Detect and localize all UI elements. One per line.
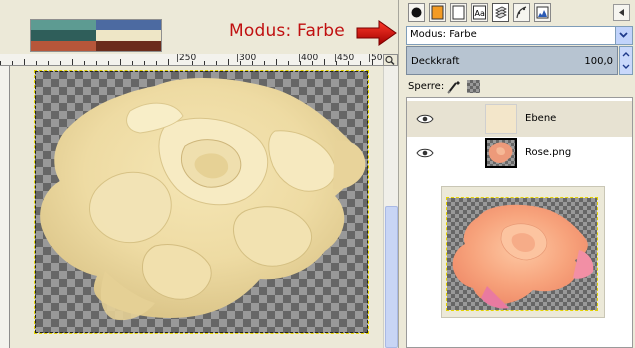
ruler-label: |50 [368, 54, 383, 63]
layers-icon [495, 6, 507, 19]
scrollbar-thumb[interactable] [385, 206, 398, 348]
horizontal-ruler: |250 |300 |400 |450 |50 [0, 54, 383, 66]
lock-label: Sperre: [408, 81, 445, 92]
layers-tab[interactable] [492, 3, 509, 22]
magnifier-icon [385, 55, 395, 65]
rose-preview-image [452, 204, 594, 309]
pattern-icon [431, 5, 444, 20]
swatch-blue[interactable] [96, 20, 161, 30]
gradient-tab[interactable] [450, 3, 467, 22]
swatch-rust[interactable] [31, 41, 96, 51]
eye-icon[interactable] [416, 114, 434, 124]
ruler-label: |250 [176, 54, 197, 63]
layers-list: Ebene Rose.png [406, 97, 633, 348]
layer-row[interactable]: Rose.png [407, 135, 632, 171]
paths-tab[interactable] [534, 3, 551, 22]
layer-thumbnail [485, 104, 517, 134]
vertical-scrollbar[interactable] [383, 66, 398, 348]
dock-menu-button[interactable] [613, 4, 630, 21]
swatch-brown[interactable] [96, 41, 161, 51]
right-arrow-icon [356, 20, 397, 46]
preview-canvas [446, 197, 598, 311]
image-canvas[interactable] [10, 66, 383, 348]
gradient-icon [452, 5, 465, 20]
ruler-label: |450 [334, 54, 355, 63]
opacity-control[interactable]: Deckkraft 100,0 [406, 46, 633, 75]
layer-canvas[interactable] [34, 70, 369, 334]
ruler-label: |300 [236, 54, 257, 63]
pattern-tab[interactable] [429, 3, 446, 22]
swatch-dark-teal[interactable] [31, 30, 96, 41]
lock-alpha-icon[interactable] [467, 80, 480, 93]
opacity-label: Deckkraft [411, 56, 460, 67]
dock-tab-bar: Aa [399, 0, 635, 25]
layers-dock: Aa Modus: Farbe Deckkraft 100,0 Sperre: [398, 0, 635, 348]
rose-image [40, 77, 366, 321]
swatch-cream[interactable] [96, 30, 161, 41]
lock-row: Sperre: [408, 79, 628, 95]
brush-tab[interactable] [408, 3, 425, 22]
image-preview [441, 186, 605, 318]
zoom-navigate-button[interactable] [383, 54, 398, 66]
ruler-label: |400 [298, 54, 319, 63]
layer-name[interactable]: Rose.png [525, 147, 571, 158]
image-window: Modus: Farbe |250 |300 |400 |450 |50 [0, 0, 398, 348]
text-tab[interactable]: Aa [471, 3, 488, 22]
layer-name[interactable]: Ebene [525, 113, 556, 124]
chevron-down-icon [619, 32, 628, 38]
rose-thumbnail-image [488, 142, 513, 163]
eye-icon[interactable] [416, 148, 434, 158]
svg-text:Aa: Aa [475, 9, 485, 18]
opacity-value: 100,0 [584, 56, 613, 67]
dock-menu-icon [619, 9, 624, 16]
mode-select[interactable]: Modus: Farbe [406, 26, 633, 45]
mode-select-value: Modus: Farbe [410, 29, 477, 40]
opacity-spinner[interactable] [619, 46, 633, 75]
spin-arrows-icon [622, 52, 630, 69]
vertical-ruler [0, 66, 10, 348]
channels-icon [516, 6, 527, 19]
lock-pixels-icon[interactable] [446, 79, 462, 95]
channels-tab[interactable] [513, 3, 530, 22]
color-swatches [30, 19, 162, 52]
mode-dropdown-button[interactable] [615, 27, 632, 44]
layer-thumbnail [485, 138, 517, 168]
histogram-icon [536, 6, 549, 19]
font-icon: Aa [473, 5, 486, 20]
brush-icon [411, 7, 422, 18]
swatch-teal[interactable] [31, 20, 96, 30]
layer-row[interactable]: Ebene [407, 101, 632, 137]
opacity-slider[interactable]: Deckkraft 100,0 [406, 46, 618, 75]
annotation-label: Modus: Farbe [229, 21, 345, 41]
